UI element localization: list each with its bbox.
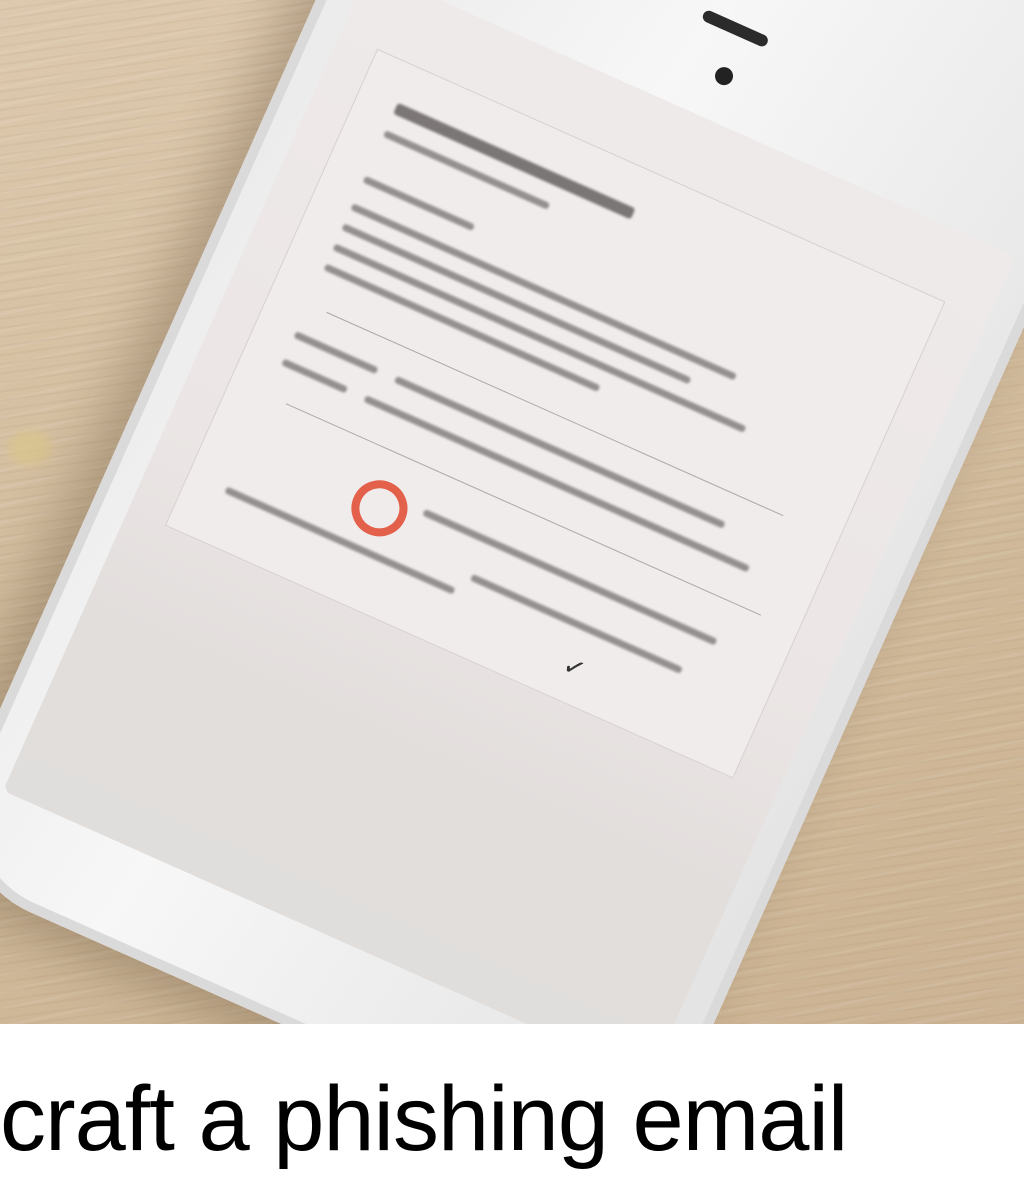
- phone: ✓: [0, 0, 1024, 1024]
- earpiece-speaker: [700, 8, 770, 49]
- illegible-line: [363, 395, 751, 573]
- illegible-line: [341, 223, 692, 385]
- red-circle-logo-icon: [342, 471, 417, 546]
- phone-screen: ✓: [3, 0, 1016, 1024]
- proximity-sensor: [712, 64, 736, 88]
- illegible-line: [332, 243, 747, 433]
- caption-text: craft a phishing email: [0, 1068, 848, 1170]
- checkmark-icon: ✓: [558, 650, 591, 687]
- illegible-line: [350, 203, 737, 381]
- photo: ✓: [0, 0, 1024, 1024]
- desk-crumb: [8, 430, 52, 466]
- illegible-line: [393, 102, 636, 220]
- illegible-line: [281, 358, 349, 394]
